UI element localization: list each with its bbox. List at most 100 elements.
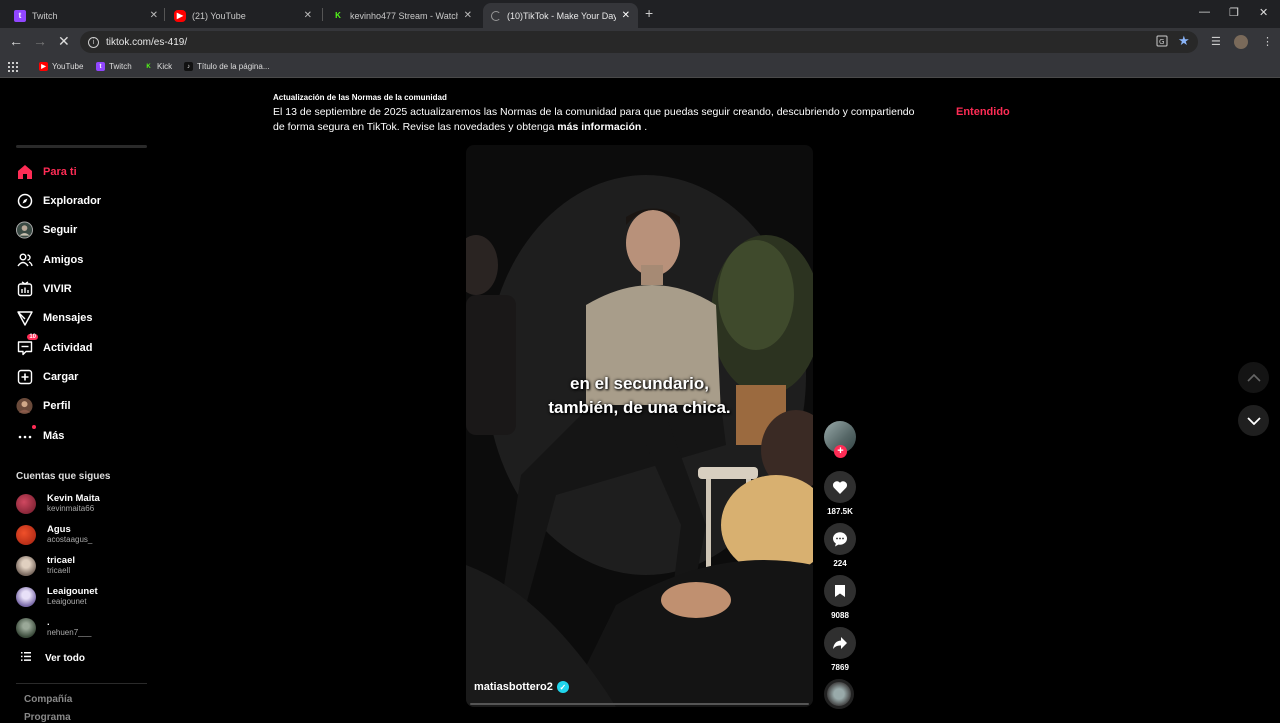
new-tab-button[interactable]: + <box>645 5 653 21</box>
sidebar-item-label: VIVIR <box>43 282 72 295</box>
list-icon <box>21 652 31 664</box>
like-button[interactable] <box>824 471 856 503</box>
bookmark-label: Kick <box>157 62 173 71</box>
follow-plus-icon[interactable]: + <box>834 445 847 458</box>
sidebar-item-seguir[interactable]: Seguir <box>16 221 77 238</box>
upload-icon <box>16 368 33 385</box>
notice-suffix: . <box>644 121 648 133</box>
sidebar-item-label: Mensajes <box>43 311 93 324</box>
account-name: Leaigounet <box>47 586 98 597</box>
account-item[interactable]: Agus acostaagus_ <box>16 524 92 545</box>
account-username: kevinmaita66 <box>47 504 95 513</box>
close-tab-icon[interactable]: ✕ <box>150 10 158 21</box>
bookmark-youtube[interactable]: ▶ YouTube <box>39 62 83 71</box>
tiktok-page: Actualización de las Normas de la comuni… <box>0 79 1280 723</box>
account-name: . <box>47 617 50 628</box>
sidebar-item-amigos[interactable]: Amigos <box>16 251 83 268</box>
sidebar-item-perfil[interactable]: Perfil <box>16 397 71 414</box>
close-window-icon[interactable]: ✕ <box>1259 6 1268 19</box>
sidebar-item-mensajes[interactable]: Mensajes <box>16 309 93 326</box>
svg-text:G: G <box>1159 38 1164 46</box>
chevron-up-icon <box>1246 373 1261 382</box>
account-item[interactable]: tricael tricaell <box>16 555 75 576</box>
close-tab-icon[interactable]: ✕ <box>622 10 630 21</box>
forward-icon[interactable]: → <box>33 33 47 49</box>
share-button[interactable] <box>824 627 856 659</box>
bookmark-label: Título de la página... <box>197 62 270 71</box>
verified-badge-icon: ✓ <box>556 681 569 693</box>
footer-link-program[interactable]: Programa <box>24 712 71 723</box>
friends-icon <box>16 251 33 268</box>
like-count: 187.5K <box>827 507 853 516</box>
browser-toolbar: ← → ✕ i tiktok.com/es-419/ G ★ ☰ ⋮ <box>0 28 1280 56</box>
translate-icon[interactable]: G <box>1156 35 1168 50</box>
avatar <box>16 586 36 607</box>
sidebar-item-vivir[interactable]: VIVIR <box>16 280 72 297</box>
previous-video-button[interactable] <box>1238 362 1269 393</box>
sidebar-item-para-ti[interactable]: Para ti <box>16 163 77 180</box>
account-item[interactable]: Leaigounet Leaigounet <box>16 586 98 607</box>
stop-icon[interactable]: ✕ <box>58 33 70 50</box>
tab-tiktok[interactable]: (10)TikTok - Make Your Day ✕ <box>483 3 638 28</box>
bookmark-star-icon[interactable]: ★ <box>1178 33 1190 49</box>
understood-button[interactable]: Entendido <box>956 106 1010 118</box>
sidebar-item-label: Para ti <box>43 165 77 178</box>
tab-youtube[interactable]: ▶ (21) YouTube ✕ <box>166 3 320 28</box>
see-all-label: Ver todo <box>45 652 86 664</box>
tiktok-icon: ♪ <box>184 62 193 71</box>
notification-dot <box>32 425 36 429</box>
account-item[interactable]: Kevin Maita kevinmaita66 <box>16 493 100 514</box>
live-icon <box>16 280 33 297</box>
profile-avatar-icon[interactable] <box>1234 35 1248 49</box>
next-video-button[interactable] <box>1238 405 1269 436</box>
sidebar-item-explorador[interactable]: Explorador <box>16 192 101 209</box>
bookmark-kick[interactable]: K Kick <box>144 62 172 71</box>
apps-grid-icon[interactable] <box>8 62 18 72</box>
tab-title: (21) YouTube <box>192 10 246 21</box>
avatar <box>16 524 36 545</box>
bookmark-label: YouTube <box>52 62 84 71</box>
close-tab-icon[interactable]: ✕ <box>464 10 472 21</box>
site-info-icon[interactable]: i <box>88 36 99 48</box>
video-progress-bar[interactable] <box>470 703 809 705</box>
address-bar[interactable]: i tiktok.com/es-419/ <box>80 31 1198 53</box>
tab-twitch[interactable]: t Twitch ✕ <box>6 3 166 28</box>
account-name: Agus <box>47 524 71 535</box>
sidebar-item-mas[interactable]: Más <box>16 425 64 444</box>
send-icon <box>16 309 33 326</box>
sidebar-item-cargar[interactable]: Cargar <box>16 368 78 385</box>
kick-icon: K <box>335 11 341 20</box>
menu-icon[interactable]: ⋮ <box>1262 35 1273 48</box>
music-disc[interactable] <box>824 679 854 709</box>
minimize-icon[interactable]: — <box>1199 6 1210 18</box>
sidebar-divider <box>16 145 147 148</box>
video-frame <box>466 145 813 707</box>
video-player[interactable]: en el secundario, también, de una chica.… <box>466 145 813 707</box>
back-icon[interactable]: ← <box>9 33 23 49</box>
footer-link-company[interactable]: Compañía <box>24 694 72 705</box>
sidebar-item-actividad[interactable]: 10 Actividad <box>16 334 93 356</box>
video-author[interactable]: matiasbottero2 ✓ <box>474 681 569 693</box>
author-username: matiasbottero2 <box>474 681 553 693</box>
account-username: nehuen7___ <box>47 628 92 637</box>
bookmark-twitch[interactable]: t Twitch <box>96 62 132 71</box>
restore-icon[interactable]: ❐ <box>1229 6 1239 19</box>
close-tab-icon[interactable]: ✕ <box>304 10 312 21</box>
media-control-icon[interactable]: ☰ <box>1211 35 1221 48</box>
see-all-button[interactable]: Ver todo <box>21 652 85 664</box>
more-info-link[interactable]: más información <box>557 121 641 133</box>
bookmark-page[interactable]: ♪ Título de la página... <box>184 62 270 71</box>
activity-badge: 10 <box>27 334 38 340</box>
following-section-title: Cuentas que sigues <box>16 471 111 482</box>
account-item[interactable]: . nehuen7___ <box>16 617 92 638</box>
bookmark-icon <box>835 585 845 597</box>
account-username: Leaigounet <box>47 597 87 606</box>
comment-button[interactable] <box>824 523 856 555</box>
tab-kick[interactable]: K kevinho477 Stream - Watch Liv ✕ <box>324 3 480 28</box>
save-button[interactable] <box>824 575 856 607</box>
video-caption-line-1: en el secundario, <box>570 374 709 393</box>
tab-separator <box>164 8 165 21</box>
bookmarks-bar: ▶ YouTube t Twitch K Kick ♪ Título de la… <box>0 56 1280 78</box>
tab-title: kevinho477 Stream - Watch Liv <box>350 10 458 21</box>
tab-title: (10)TikTok - Make Your Day <box>507 10 616 21</box>
